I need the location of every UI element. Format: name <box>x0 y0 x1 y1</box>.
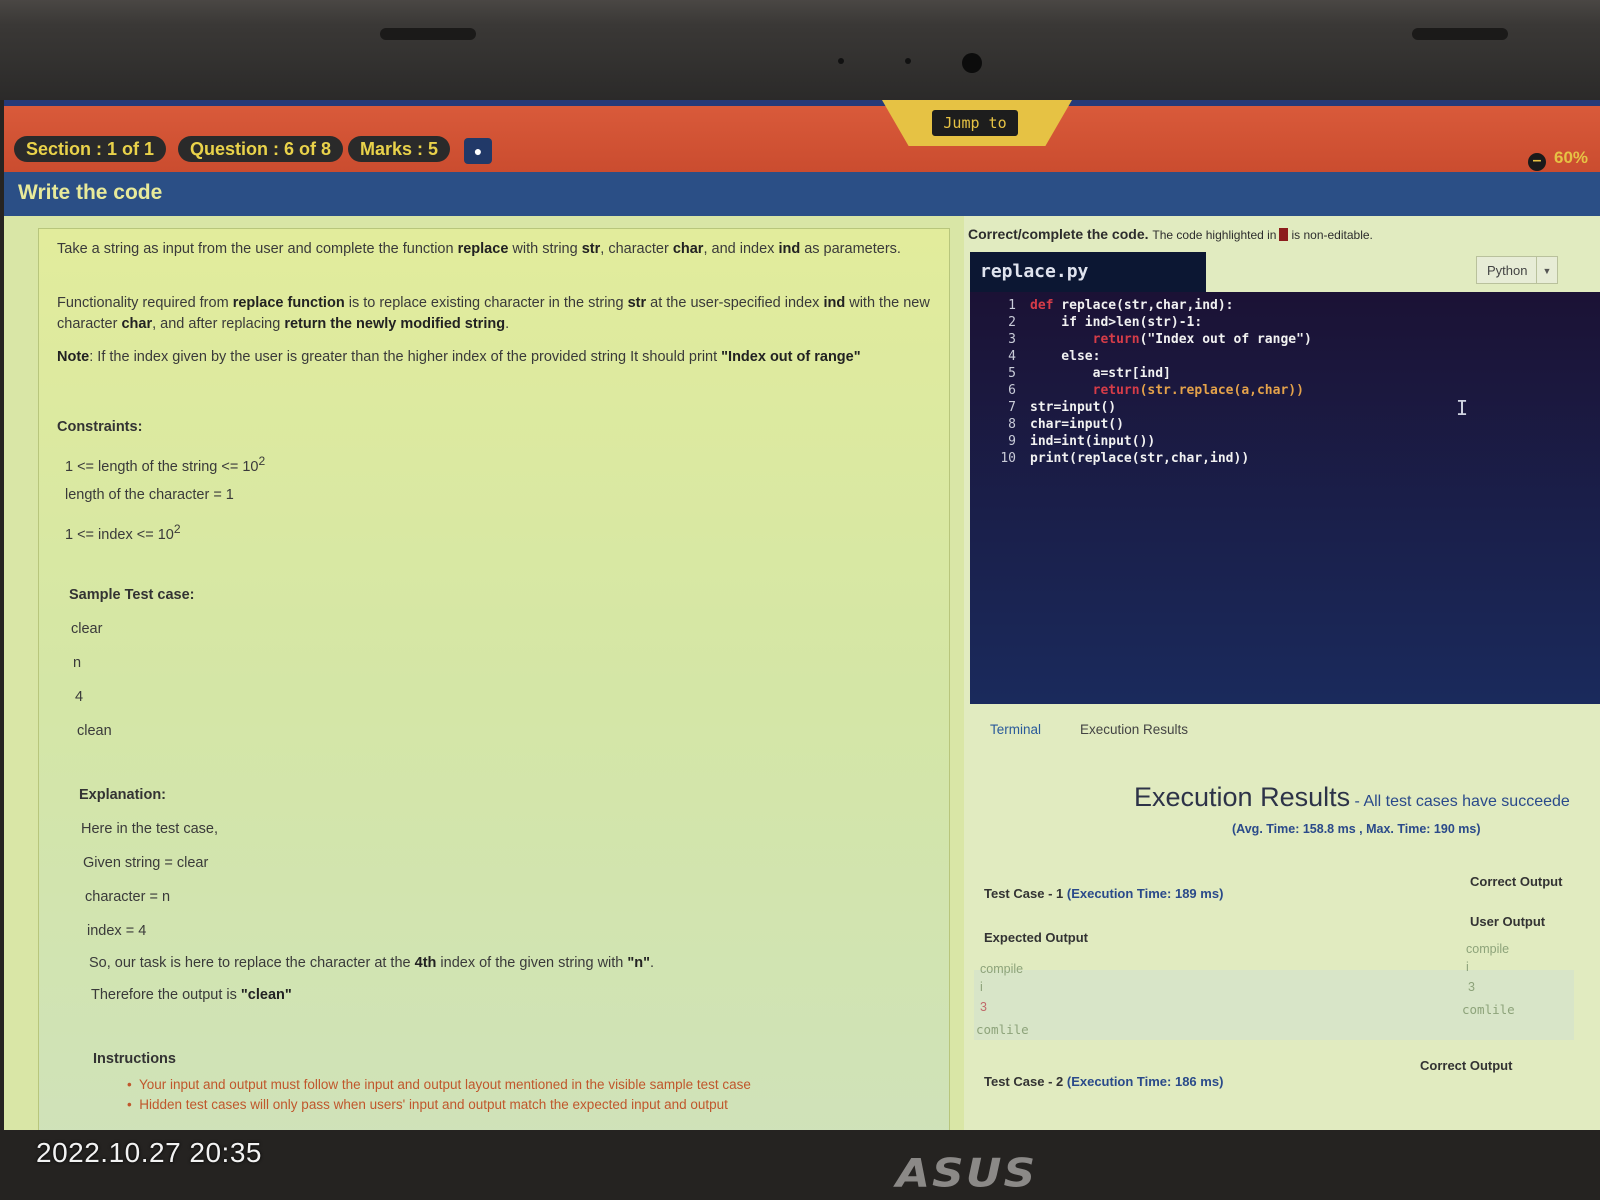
line-number: 10 <box>1000 451 1016 466</box>
code-line: else: <box>1030 349 1101 364</box>
question-type-bar: Write the code <box>4 172 1600 216</box>
code-line: print(replace(str,char,ind)) <box>1030 451 1250 466</box>
laptop-bezel-top <box>0 0 1600 100</box>
instruction-item: • Your input and output must follow the … <box>127 1077 751 1092</box>
line-number: 7 <box>1008 400 1016 415</box>
expected-output-label: Expected Output <box>984 930 1089 945</box>
problem-statement-panel: Take a string as input from the user and… <box>38 228 950 1130</box>
webcam-lens <box>962 53 982 73</box>
code-line: ind=int(input()) <box>1030 434 1156 449</box>
code-line: str=input() <box>1030 400 1117 415</box>
code-line: return("Index out of range") <box>1030 332 1312 347</box>
user-output-line: comlile <box>1462 1002 1515 1017</box>
sensor-dot <box>838 58 844 64</box>
constraints-heading: Constraints: <box>57 419 143 435</box>
constraint-item: length of the character = 1 <box>65 487 234 503</box>
code-panel: Correct/complete the code. The code high… <box>964 216 1600 1130</box>
editor-instructions: Correct/complete the code. The code high… <box>968 226 1373 242</box>
sample-testcase-heading: Sample Test case: <box>69 587 195 603</box>
language-value: Python <box>1487 263 1528 278</box>
exam-header: Section : 1 of 1 Question : 6 of 8 Marks… <box>4 100 1600 178</box>
line-number: 8 <box>1008 417 1016 432</box>
screen: Section : 1 of 1 Question : 6 of 8 Marks… <box>4 100 1600 1130</box>
page-title: Write the code <box>18 181 163 204</box>
instructions-list: • Your input and output must follow the … <box>127 1075 935 1115</box>
instruction-item: • Hidden test cases will only pass when … <box>127 1097 728 1112</box>
tab-execution-results[interactable]: Execution Results <box>1080 722 1188 737</box>
user-output-line: i <box>1466 960 1469 974</box>
line-number: 1 <box>1008 298 1016 313</box>
expected-output-line: compile <box>980 962 1024 976</box>
line-number: 2 <box>1008 315 1016 330</box>
test-case-1-header[interactable]: Test Case - 1 (Execution Time: 189 ms) <box>984 886 1223 901</box>
explanation-line: character = n <box>85 889 171 905</box>
code-line: if ind>len(str)-1: <box>1030 315 1203 330</box>
test-case-2-header[interactable]: Test Case - 2 (Execution Time: 186 ms) <box>984 1074 1223 1089</box>
code-line: char=input() <box>1030 417 1124 432</box>
explanation-heading: Explanation: <box>79 787 167 803</box>
bezel-bump <box>380 28 476 40</box>
expected-output-line: comlile <box>976 1022 1029 1037</box>
jump-to-button[interactable]: Jump to <box>932 110 1018 136</box>
sample-line: clean <box>77 723 112 739</box>
sample-line: n <box>73 655 82 671</box>
marks-badge: Marks : 5 <box>348 136 451 162</box>
problem-functionality: Functionality required from replace func… <box>57 295 930 332</box>
sample-line: 4 <box>75 689 84 705</box>
chat-button[interactable]: ● <box>464 138 492 164</box>
text-cursor-icon: I <box>1456 396 1469 420</box>
explanation-line: Given string = clear <box>83 855 209 871</box>
expected-output-line: 3 <box>980 1000 987 1014</box>
expected-output-line: i <box>980 980 983 994</box>
problem-note: Note: If the index given by the user is … <box>57 349 861 365</box>
user-output-label: User Output <box>1470 914 1546 929</box>
brand-logo: ASUS <box>896 1150 1038 1197</box>
chat-icon: ● <box>473 143 483 159</box>
results-title: Execution Results - All test cases have … <box>1134 782 1570 812</box>
instructions-heading: Instructions <box>93 1051 176 1067</box>
explanation-result: Therefore the output is "clean" <box>91 987 292 1003</box>
code-line: def replace(str,char,ind): <box>1030 298 1234 313</box>
code-editor[interactable]: 1 2 3 4 5 6 7 8 9 10 def replace(str,cha… <box>970 292 1600 704</box>
constraint-item: 1 <= length of the string <= 102 <box>65 454 266 475</box>
user-output-line: compile <box>1466 942 1510 956</box>
code-line: a=str[ind] <box>1030 366 1171 381</box>
test-case-2-status: Correct Output <box>1420 1058 1513 1073</box>
section-badge: Section : 1 of 1 <box>14 136 167 162</box>
chevron-down-icon: ▼ <box>1536 257 1557 283</box>
tab-terminal[interactable]: Terminal <box>990 722 1041 737</box>
user-output-line: 3 <box>1468 980 1475 994</box>
line-number: 6 <box>1008 383 1016 398</box>
sensor-dot <box>905 58 911 64</box>
file-tab[interactable]: replace.py <box>970 252 1206 292</box>
sample-line: clear <box>71 621 103 637</box>
results-subtitle: - All test cases have succeede <box>1350 793 1570 810</box>
timer-value: 60% <box>1554 148 1589 167</box>
timer-display: –60% <box>1528 148 1588 171</box>
explanation-line: index = 4 <box>87 923 147 939</box>
line-number: 3 <box>1008 332 1016 347</box>
test-case-1-status: Correct Output <box>1470 874 1563 889</box>
results-timing: (Avg. Time: 158.8 ms , Max. Time: 190 ms… <box>1232 822 1481 836</box>
explanation-task: So, our task is here to replace the char… <box>89 955 655 971</box>
line-number: 9 <box>1008 434 1016 449</box>
bezel-bump <box>1412 28 1508 40</box>
language-select[interactable]: Python ▼ <box>1476 256 1558 284</box>
minus-icon[interactable]: – <box>1528 153 1546 171</box>
photo-timestamp: 2022.10.27 20:35 <box>36 1137 262 1168</box>
non-editable-swatch <box>1279 228 1289 241</box>
problem-intro: Take a string as input from the user and… <box>57 241 901 257</box>
question-badge[interactable]: Question : 6 of 8 <box>178 136 344 162</box>
code-line: return(str.replace(a,char)) <box>1030 383 1304 398</box>
constraint-item: 1 <= index <= 102 <box>65 522 181 543</box>
line-number: 4 <box>1008 349 1016 364</box>
explanation-line: Here in the test case, <box>81 821 219 837</box>
line-number: 5 <box>1008 366 1016 381</box>
